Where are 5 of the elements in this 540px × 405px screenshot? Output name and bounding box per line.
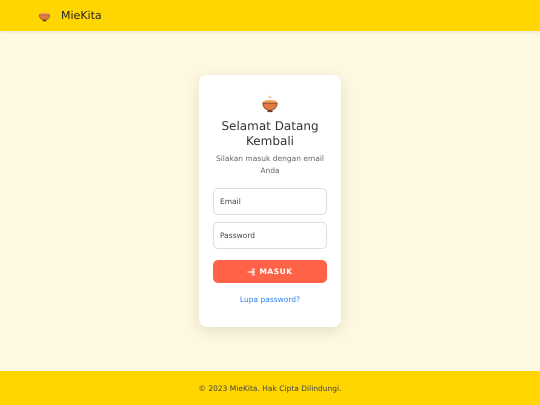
noodle-bowl-icon: [261, 95, 279, 113]
noodle-bowl-icon: [38, 9, 51, 22]
login-title: Selamat Datang Kembali: [220, 119, 320, 149]
sign-in-icon: [247, 268, 256, 276]
brand-name[interactable]: MieKita: [61, 9, 102, 22]
